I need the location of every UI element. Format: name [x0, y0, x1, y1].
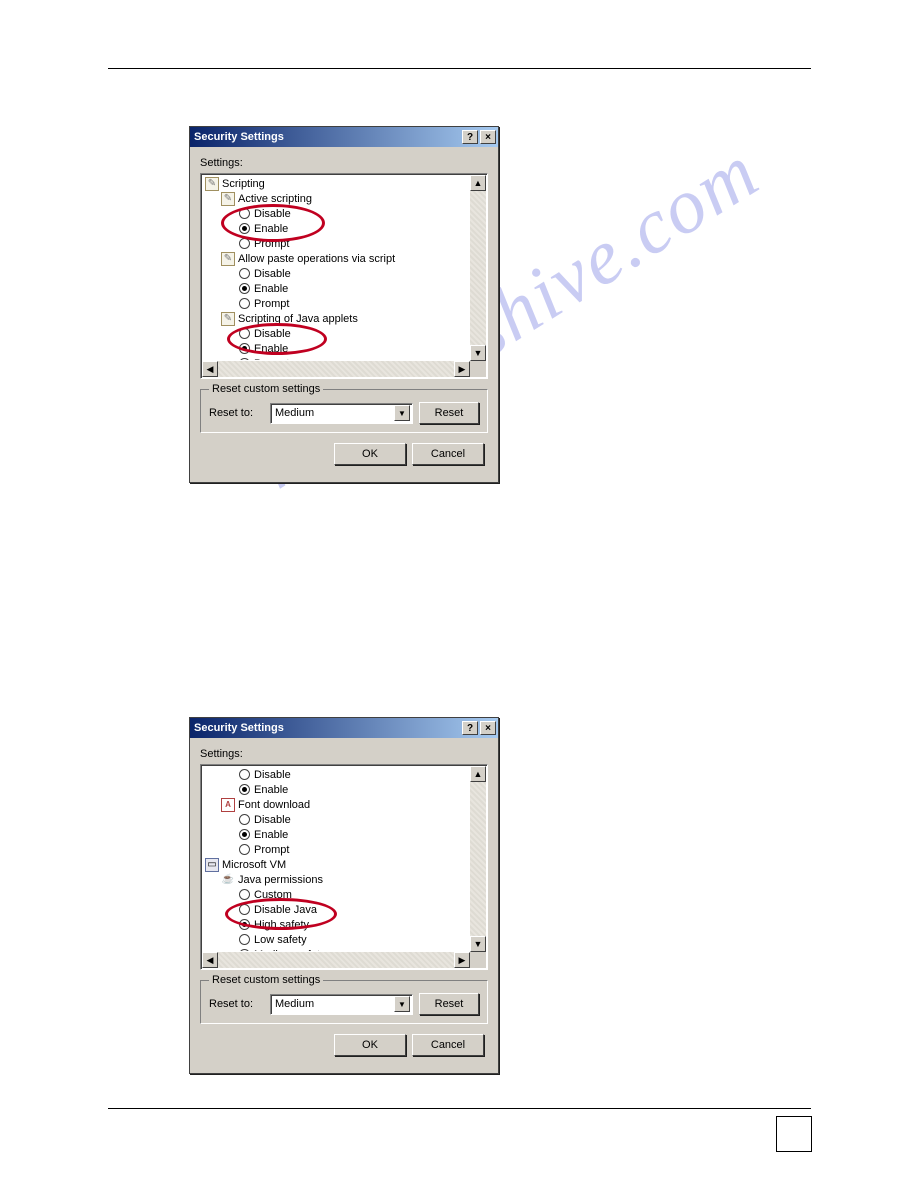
scroll-left-icon[interactable]: ◀ [202, 952, 218, 968]
scroll-up-icon[interactable]: ▲ [470, 766, 486, 782]
group-label: Reset custom settings [209, 974, 323, 986]
tree-node-scripting: ✎Scripting [203, 176, 469, 191]
tree-node-java-applets: ✎Scripting of Java applets [203, 311, 469, 326]
reset-button[interactable]: Reset [419, 993, 479, 1015]
vertical-scrollbar[interactable]: ▲ ▼ [470, 175, 486, 361]
tree-node-active-scripting: ✎Active scripting [203, 191, 469, 206]
radio-low-safety[interactable]: Low safety [203, 932, 469, 947]
titlebar[interactable]: Security Settings ? × [190, 718, 498, 738]
radio-disable[interactable]: Disable [203, 767, 469, 782]
reset-to-combo[interactable]: Medium ▼ [270, 403, 413, 424]
radio-custom[interactable]: Custom [203, 887, 469, 902]
cancel-button[interactable]: Cancel [412, 1034, 484, 1056]
page-top-rule [108, 68, 811, 69]
ok-button[interactable]: OK [334, 1034, 406, 1056]
settings-label: Settings: [200, 748, 488, 760]
vm-icon: ▭ [205, 858, 219, 872]
dialog-title: Security Settings [194, 722, 284, 734]
scroll-corner [470, 361, 486, 377]
radio-disable[interactable]: Disable [203, 266, 469, 281]
radio-prompt[interactable]: Prompt [203, 356, 469, 360]
radio-enable[interactable]: Enable [203, 221, 469, 236]
reset-button[interactable]: Reset [419, 402, 479, 424]
radio-enable[interactable]: Enable [203, 782, 469, 797]
page-number-box [776, 1116, 812, 1152]
radio-disable[interactable]: Disable [203, 326, 469, 341]
combo-value: Medium [275, 998, 394, 1010]
scroll-left-icon[interactable]: ◀ [202, 361, 218, 377]
combo-value: Medium [275, 407, 394, 419]
close-button[interactable]: × [480, 130, 496, 144]
help-button[interactable]: ? [462, 721, 478, 735]
radio-enable[interactable]: Enable [203, 827, 469, 842]
scroll-right-icon[interactable]: ▶ [454, 952, 470, 968]
settings-tree: Disable Enable AFont download Disable En… [200, 764, 488, 970]
reset-custom-settings-group: Reset custom settings Reset to: Medium ▼… [200, 389, 488, 433]
titlebar[interactable]: Security Settings ? × [190, 127, 498, 147]
horizontal-scrollbar[interactable]: ◀ ▶ [202, 361, 470, 377]
script-icon: ✎ [205, 177, 219, 191]
reset-custom-settings-group: Reset custom settings Reset to: Medium ▼… [200, 980, 488, 1024]
radio-enable[interactable]: Enable [203, 341, 469, 356]
cancel-button[interactable]: Cancel [412, 443, 484, 465]
tree-node-microsoft-vm: ▭Microsoft VM [203, 857, 469, 872]
page-bottom-rule [108, 1108, 811, 1109]
reset-to-label: Reset to: [209, 407, 264, 419]
ok-button[interactable]: OK [334, 443, 406, 465]
help-button[interactable]: ? [462, 130, 478, 144]
chevron-down-icon[interactable]: ▼ [394, 996, 410, 1012]
scroll-right-icon[interactable]: ▶ [454, 361, 470, 377]
tree-node-font-download: AFont download [203, 797, 469, 812]
group-label: Reset custom settings [209, 383, 323, 395]
script-icon: ✎ [221, 192, 235, 206]
tree-node-allow-paste: ✎Allow paste operations via script [203, 251, 469, 266]
vertical-scrollbar[interactable]: ▲ ▼ [470, 766, 486, 952]
reset-to-label: Reset to: [209, 998, 264, 1010]
security-settings-dialog-1: Security Settings ? × Settings: ✎Scripti… [189, 126, 499, 483]
horizontal-scrollbar[interactable]: ◀ ▶ [202, 952, 470, 968]
radio-high-safety[interactable]: High safety [203, 917, 469, 932]
dialog-title: Security Settings [194, 131, 284, 143]
radio-disable[interactable]: Disable [203, 812, 469, 827]
close-button[interactable]: × [480, 721, 496, 735]
security-settings-dialog-2: Security Settings ? × Settings: Disable … [189, 717, 499, 1074]
font-icon: A [221, 798, 235, 812]
settings-tree: ✎Scripting ✎Active scripting Disable Ena… [200, 173, 488, 379]
tree-node-java-permissions: ☕Java permissions [203, 872, 469, 887]
radio-enable[interactable]: Enable [203, 281, 469, 296]
radio-prompt[interactable]: Prompt [203, 296, 469, 311]
settings-label: Settings: [200, 157, 488, 169]
script-icon: ✎ [221, 252, 235, 266]
script-icon: ✎ [221, 312, 235, 326]
radio-prompt[interactable]: Prompt [203, 842, 469, 857]
java-icon: ☕ [221, 873, 235, 887]
radio-prompt[interactable]: Prompt [203, 236, 469, 251]
scroll-down-icon[interactable]: ▼ [470, 936, 486, 952]
radio-disable-java[interactable]: Disable Java [203, 902, 469, 917]
scroll-up-icon[interactable]: ▲ [470, 175, 486, 191]
reset-to-combo[interactable]: Medium ▼ [270, 994, 413, 1015]
radio-medium-safety[interactable]: Medium safety [203, 947, 469, 951]
chevron-down-icon[interactable]: ▼ [394, 405, 410, 421]
scroll-corner [470, 952, 486, 968]
radio-disable[interactable]: Disable [203, 206, 469, 221]
scroll-down-icon[interactable]: ▼ [470, 345, 486, 361]
